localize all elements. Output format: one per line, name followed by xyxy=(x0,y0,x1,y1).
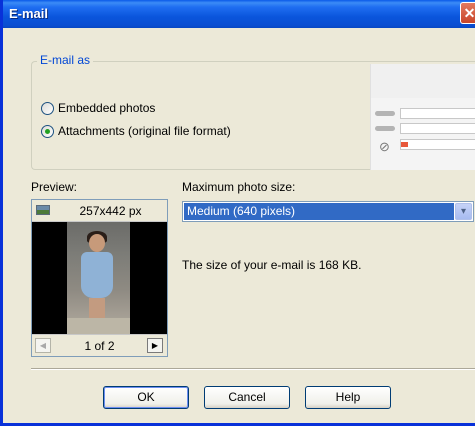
selected-photo-size: Medium (640 pixels) xyxy=(184,203,454,220)
close-button[interactable]: ✕ xyxy=(460,2,475,24)
preview-pager: ◀ 1 of 2 ▶ xyxy=(32,334,167,356)
previous-photo-button[interactable]: ◀ xyxy=(35,338,51,353)
embedded-photos-radio[interactable] xyxy=(41,101,54,115)
illustration-label-bar xyxy=(375,126,395,131)
email-as-legend: E-mail as xyxy=(37,53,94,67)
illustration-label-bar xyxy=(375,111,395,116)
illustration-field xyxy=(400,108,475,119)
preview-panel: 257x442 px ◀ 1 of 2 ▶ xyxy=(31,199,168,357)
preview-header: 257x442 px xyxy=(32,200,167,222)
attachments-radio[interactable] xyxy=(41,124,54,138)
attachments-label: Attachments (original file format) xyxy=(58,124,231,138)
max-photo-size-select[interactable]: Medium (640 pixels) ▾ xyxy=(182,201,474,222)
embedded-photos-label: Embedded photos xyxy=(58,101,156,115)
preview-image-area xyxy=(32,222,167,334)
help-button[interactable]: Help xyxy=(305,386,391,409)
next-photo-button[interactable]: ▶ xyxy=(147,338,163,353)
illustration-field xyxy=(400,123,475,134)
window-title: E-mail xyxy=(9,6,49,21)
ok-button[interactable]: OK xyxy=(103,386,189,409)
illustration-attachment-field xyxy=(400,139,475,150)
email-format-illustration: ⊘ xyxy=(370,64,475,170)
page-indicator: 1 of 2 xyxy=(84,339,115,353)
attachment-icon xyxy=(401,142,408,147)
preview-label: Preview: xyxy=(31,180,78,194)
email-size-message: The size of your e-mail is 168 KB. xyxy=(182,258,362,272)
preview-photo xyxy=(67,222,130,334)
title-bar[interactable]: E-mail ✕ xyxy=(3,0,475,28)
attachments-option[interactable]: Attachments (original file format) xyxy=(41,123,231,139)
paperclip-icon: ⊘ xyxy=(379,139,390,154)
email-dialog: E-mail ✕ E-mail as Embedded photos Attac… xyxy=(0,0,475,426)
photo-dimensions: 257x442 px xyxy=(79,204,142,218)
embedded-photos-option[interactable]: Embedded photos xyxy=(41,100,155,116)
max-photo-size-label: Maximum photo size: xyxy=(182,180,296,194)
cancel-button[interactable]: Cancel xyxy=(204,386,290,409)
chevron-down-icon[interactable]: ▾ xyxy=(455,203,472,220)
divider xyxy=(31,368,475,370)
illustration-header xyxy=(371,64,475,98)
